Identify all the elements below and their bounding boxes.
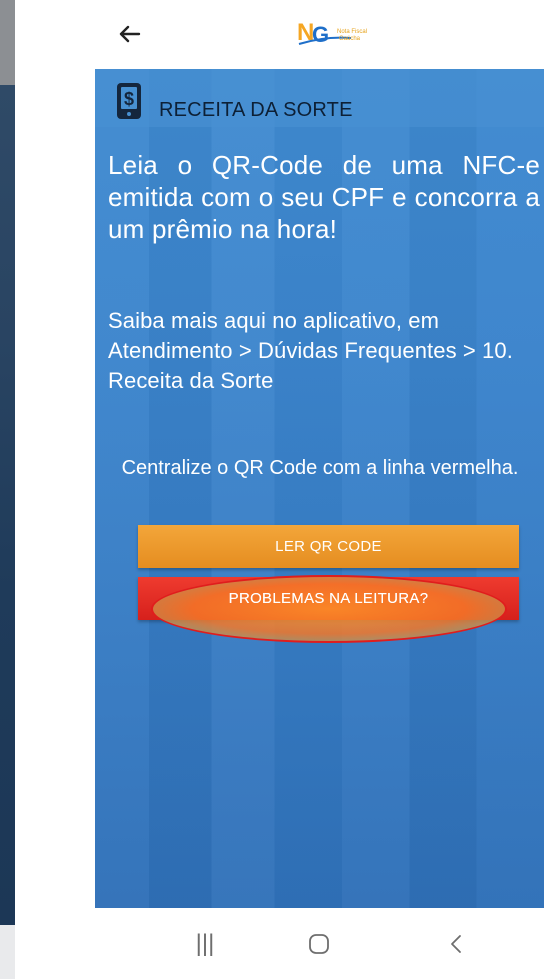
previous-screen-body	[0, 85, 15, 925]
recent-apps-icon[interactable]: |||	[185, 924, 225, 964]
page-title: RECEITA DA SORTE	[159, 99, 353, 121]
centering-hint: Centralize o QR Code com a linha vermelh…	[121, 457, 519, 479]
read-qr-code-button[interactable]: LER QR CODE	[138, 525, 519, 568]
back-chevron-icon[interactable]	[436, 924, 476, 964]
help-text: Saiba mais aqui no aplicativo, em Atendi…	[108, 308, 513, 393]
instruction-text: Leia o QR-Code de uma NFC-e emitida com …	[108, 150, 540, 244]
section-header: $ RECEITA DA SORTE	[95, 69, 544, 127]
home-icon[interactable]	[299, 924, 339, 964]
svg-text:Gaúcha: Gaúcha	[339, 36, 361, 42]
nfg-logo: N G Nota Fiscal Gaúcha	[297, 19, 367, 47]
arrow-left-icon[interactable]	[113, 18, 145, 50]
system-navigation-bar: |||	[95, 908, 544, 979]
svg-text:$: $	[124, 89, 134, 109]
previous-screen-edge	[0, 0, 15, 979]
wallet-dollar-icon: $	[117, 83, 141, 119]
receita-da-sorte-screen: $ RECEITA DA SORTE Leia o QR-Code de uma…	[95, 69, 544, 908]
previous-screen-navbar	[0, 925, 15, 979]
top-app-bar: N G Nota Fiscal Gaúcha	[95, 0, 544, 69]
reading-problems-label: PROBLEMAS NA LEITURA?	[228, 590, 429, 607]
svg-text:G: G	[312, 22, 329, 47]
svg-text:Nota Fiscal: Nota Fiscal	[337, 29, 367, 35]
previous-screen-header	[0, 0, 15, 85]
phone-screen: N G Nota Fiscal Gaúcha $ RECEITA DA SORT…	[95, 0, 544, 979]
